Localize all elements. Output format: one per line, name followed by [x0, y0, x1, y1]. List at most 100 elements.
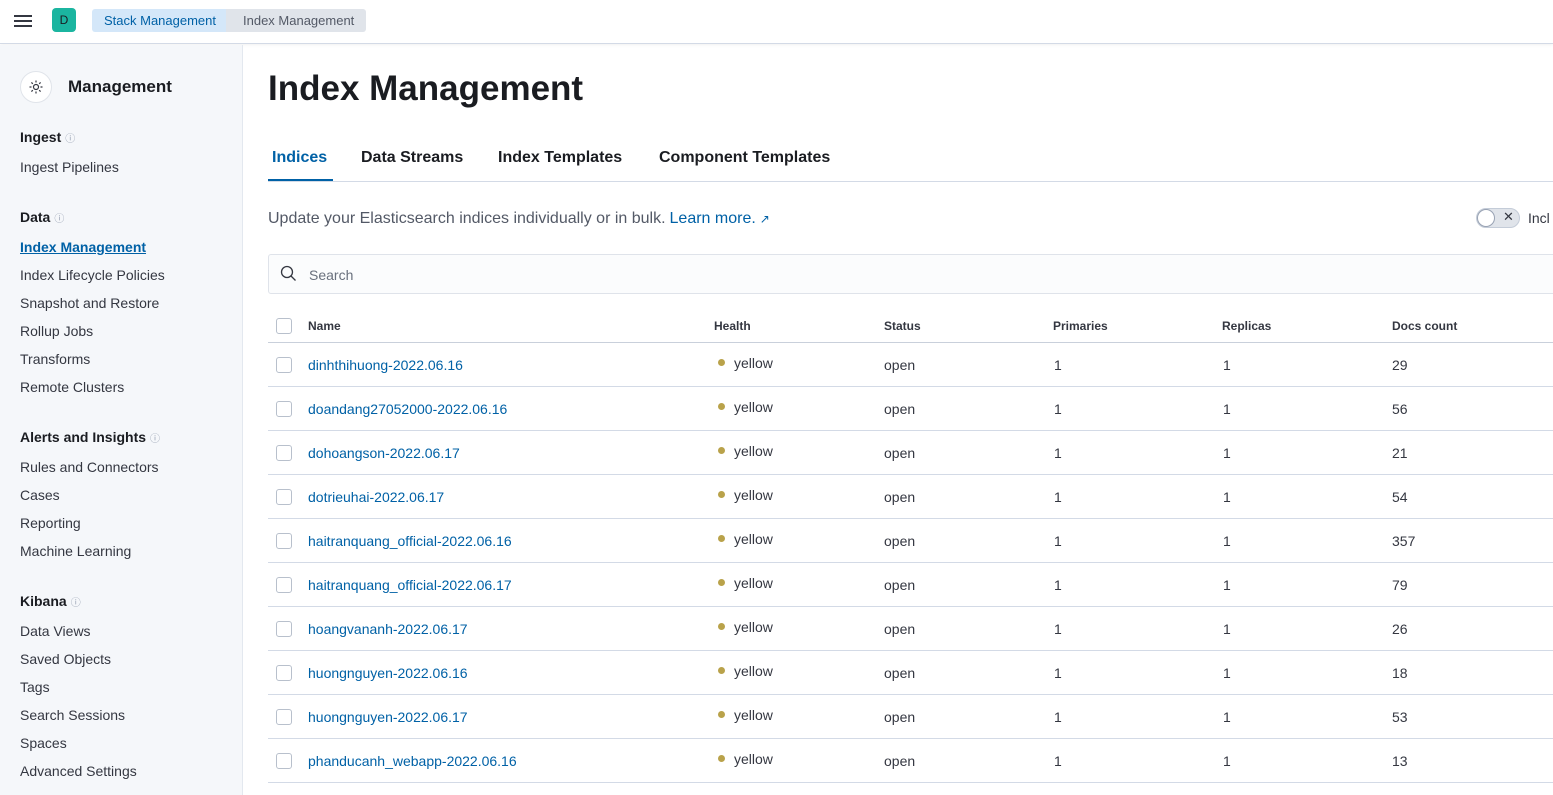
table-row: doandang27052000-2022.06.16 yellow open …	[268, 387, 1553, 431]
sidebar-title: Management	[68, 77, 172, 96]
learn-more-link[interactable]: Learn more.	[670, 210, 756, 227]
space-avatar[interactable]: D	[52, 8, 76, 32]
status-cell: open	[884, 401, 916, 417]
table-row: dohoangson-2022.06.17 yellow open 1 1 21	[268, 431, 1553, 475]
primaries-cell: 1	[1054, 577, 1062, 593]
row-checkbox[interactable]	[276, 401, 292, 417]
include-hidden-toggle[interactable]: ✕	[1476, 208, 1520, 228]
health-cell: yellow	[718, 399, 773, 415]
health-dot-icon	[718, 447, 725, 454]
primaries-cell: 1	[1054, 533, 1062, 549]
row-checkbox[interactable]	[276, 665, 292, 681]
docs-count-cell: 56	[1392, 401, 1408, 417]
health-dot-icon	[718, 359, 725, 366]
replicas-cell: 1	[1223, 489, 1231, 505]
hamburger-icon[interactable]	[14, 12, 34, 30]
sidebar-item-advanced-settings[interactable]: Advanced Settings	[20, 763, 137, 779]
health-cell: yellow	[718, 707, 773, 723]
row-checkbox[interactable]	[276, 621, 292, 637]
primaries-cell: 1	[1054, 489, 1062, 505]
group-title-data: Data ⓘ	[20, 209, 65, 225]
index-name-link[interactable]: doandang27052000-2022.06.16	[308, 401, 507, 417]
question-circle-icon: ⓘ	[70, 598, 81, 609]
sidebar-item-index-lifecycle-policies[interactable]: Index Lifecycle Policies	[20, 267, 165, 283]
index-name-link[interactable]: dotrieuhai-2022.06.17	[308, 489, 444, 505]
select-all-checkbox[interactable]	[276, 318, 292, 334]
sidebar-item-rollup-jobs[interactable]: Rollup Jobs	[20, 323, 93, 339]
docs-count-cell: 53	[1392, 709, 1408, 725]
table-row: haitranquang_official-2022.06.16 yellow …	[268, 519, 1553, 563]
column-header-replicas[interactable]: Replicas	[1222, 319, 1271, 333]
sidebar-item-data-views[interactable]: Data Views	[20, 623, 91, 639]
primaries-cell: 1	[1054, 709, 1062, 725]
index-name-link[interactable]: dinhthihuong-2022.06.16	[308, 357, 463, 373]
tab-component-templates[interactable]: Component Templates	[659, 149, 830, 167]
group-title-kibana: Kibana ⓘ	[20, 593, 81, 609]
tab-indices[interactable]: Indices	[272, 149, 327, 167]
health-cell: yellow	[718, 531, 773, 547]
table-row: huongnguyen-2022.06.17 yellow open 1 1 5…	[268, 695, 1553, 739]
breadcrumb-stack-management[interactable]: Stack Management	[92, 9, 240, 32]
health-cell: yellow	[718, 619, 773, 635]
row-checkbox[interactable]	[276, 753, 292, 769]
search-icon	[280, 265, 296, 281]
index-name-link[interactable]: haitranquang_official-2022.06.16	[308, 533, 512, 549]
sidebar-item-saved-objects[interactable]: Saved Objects	[20, 651, 111, 667]
sidebar-item-remote-clusters[interactable]: Remote Clusters	[20, 379, 124, 395]
row-checkbox[interactable]	[276, 533, 292, 549]
sidebar: Management Ingest ⓘ Ingest Pipelines Data…	[0, 45, 243, 795]
replicas-cell: 1	[1223, 401, 1231, 417]
table-row: huongnguyen-2022.06.16 yellow open 1 1 1…	[268, 651, 1553, 695]
close-icon: ✕	[1503, 209, 1514, 224]
health-dot-icon	[718, 711, 725, 718]
row-checkbox[interactable]	[276, 489, 292, 505]
sidebar-item-tags[interactable]: Tags	[20, 679, 50, 695]
column-header-health[interactable]: Health	[714, 319, 751, 333]
external-link-icon: ↗	[759, 212, 770, 226]
column-header-name[interactable]: Name	[308, 319, 341, 333]
row-checkbox[interactable]	[276, 577, 292, 593]
replicas-cell: 1	[1223, 665, 1231, 681]
index-name-link[interactable]: dohoangson-2022.06.17	[308, 445, 460, 461]
sidebar-item-transforms[interactable]: Transforms	[20, 351, 90, 367]
status-cell: open	[884, 445, 916, 461]
index-name-link[interactable]: hoangvananh-2022.06.17	[308, 621, 468, 637]
table-row: hoangvananh-2022.06.17 yellow open 1 1 2…	[268, 607, 1553, 651]
sidebar-item-search-sessions[interactable]: Search Sessions	[20, 707, 125, 723]
health-dot-icon	[718, 667, 725, 674]
index-name-link[interactable]: huongnguyen-2022.06.17	[308, 709, 468, 725]
sidebar-item-snapshot-restore[interactable]: Snapshot and Restore	[20, 295, 159, 311]
toggle-knob	[1477, 209, 1495, 227]
sidebar-item-reporting[interactable]: Reporting	[20, 515, 81, 531]
tab-data-streams[interactable]: Data Streams	[361, 149, 463, 167]
gear-icon	[20, 71, 52, 103]
tab-index-templates[interactable]: Index Templates	[498, 149, 622, 167]
search-bar	[268, 254, 1553, 294]
search-input[interactable]	[309, 263, 1209, 287]
health-dot-icon	[718, 491, 725, 498]
row-checkbox[interactable]	[276, 445, 292, 461]
status-cell: open	[884, 621, 916, 637]
sidebar-item-cases[interactable]: Cases	[20, 487, 60, 503]
column-header-docs-count[interactable]: Docs count	[1392, 319, 1457, 333]
health-dot-icon	[718, 403, 725, 410]
replicas-cell: 1	[1223, 621, 1231, 637]
sidebar-item-machine-learning[interactable]: Machine Learning	[20, 543, 131, 559]
column-header-status[interactable]: Status	[884, 319, 921, 333]
sidebar-item-spaces[interactable]: Spaces	[20, 735, 67, 751]
index-name-link[interactable]: huongnguyen-2022.06.16	[308, 665, 468, 681]
row-checkbox[interactable]	[276, 709, 292, 725]
sidebar-item-rules-connectors[interactable]: Rules and Connectors	[20, 459, 159, 475]
sidebar-item-ingest-pipelines[interactable]: Ingest Pipelines	[20, 159, 119, 175]
table-header: Name Health Status Primaries Replicas Do…	[268, 309, 1553, 343]
row-checkbox[interactable]	[276, 357, 292, 373]
question-circle-icon: ⓘ	[150, 434, 161, 445]
index-name-link[interactable]: haitranquang_official-2022.06.17	[308, 577, 512, 593]
health-dot-icon	[718, 755, 725, 762]
index-name-link[interactable]: phanducanh_webapp-2022.06.16	[308, 753, 517, 769]
column-header-primaries[interactable]: Primaries	[1053, 319, 1108, 333]
docs-count-cell: 54	[1392, 489, 1408, 505]
primaries-cell: 1	[1054, 753, 1062, 769]
sidebar-item-index-management[interactable]: Index Management	[20, 239, 146, 255]
replicas-cell: 1	[1223, 533, 1231, 549]
